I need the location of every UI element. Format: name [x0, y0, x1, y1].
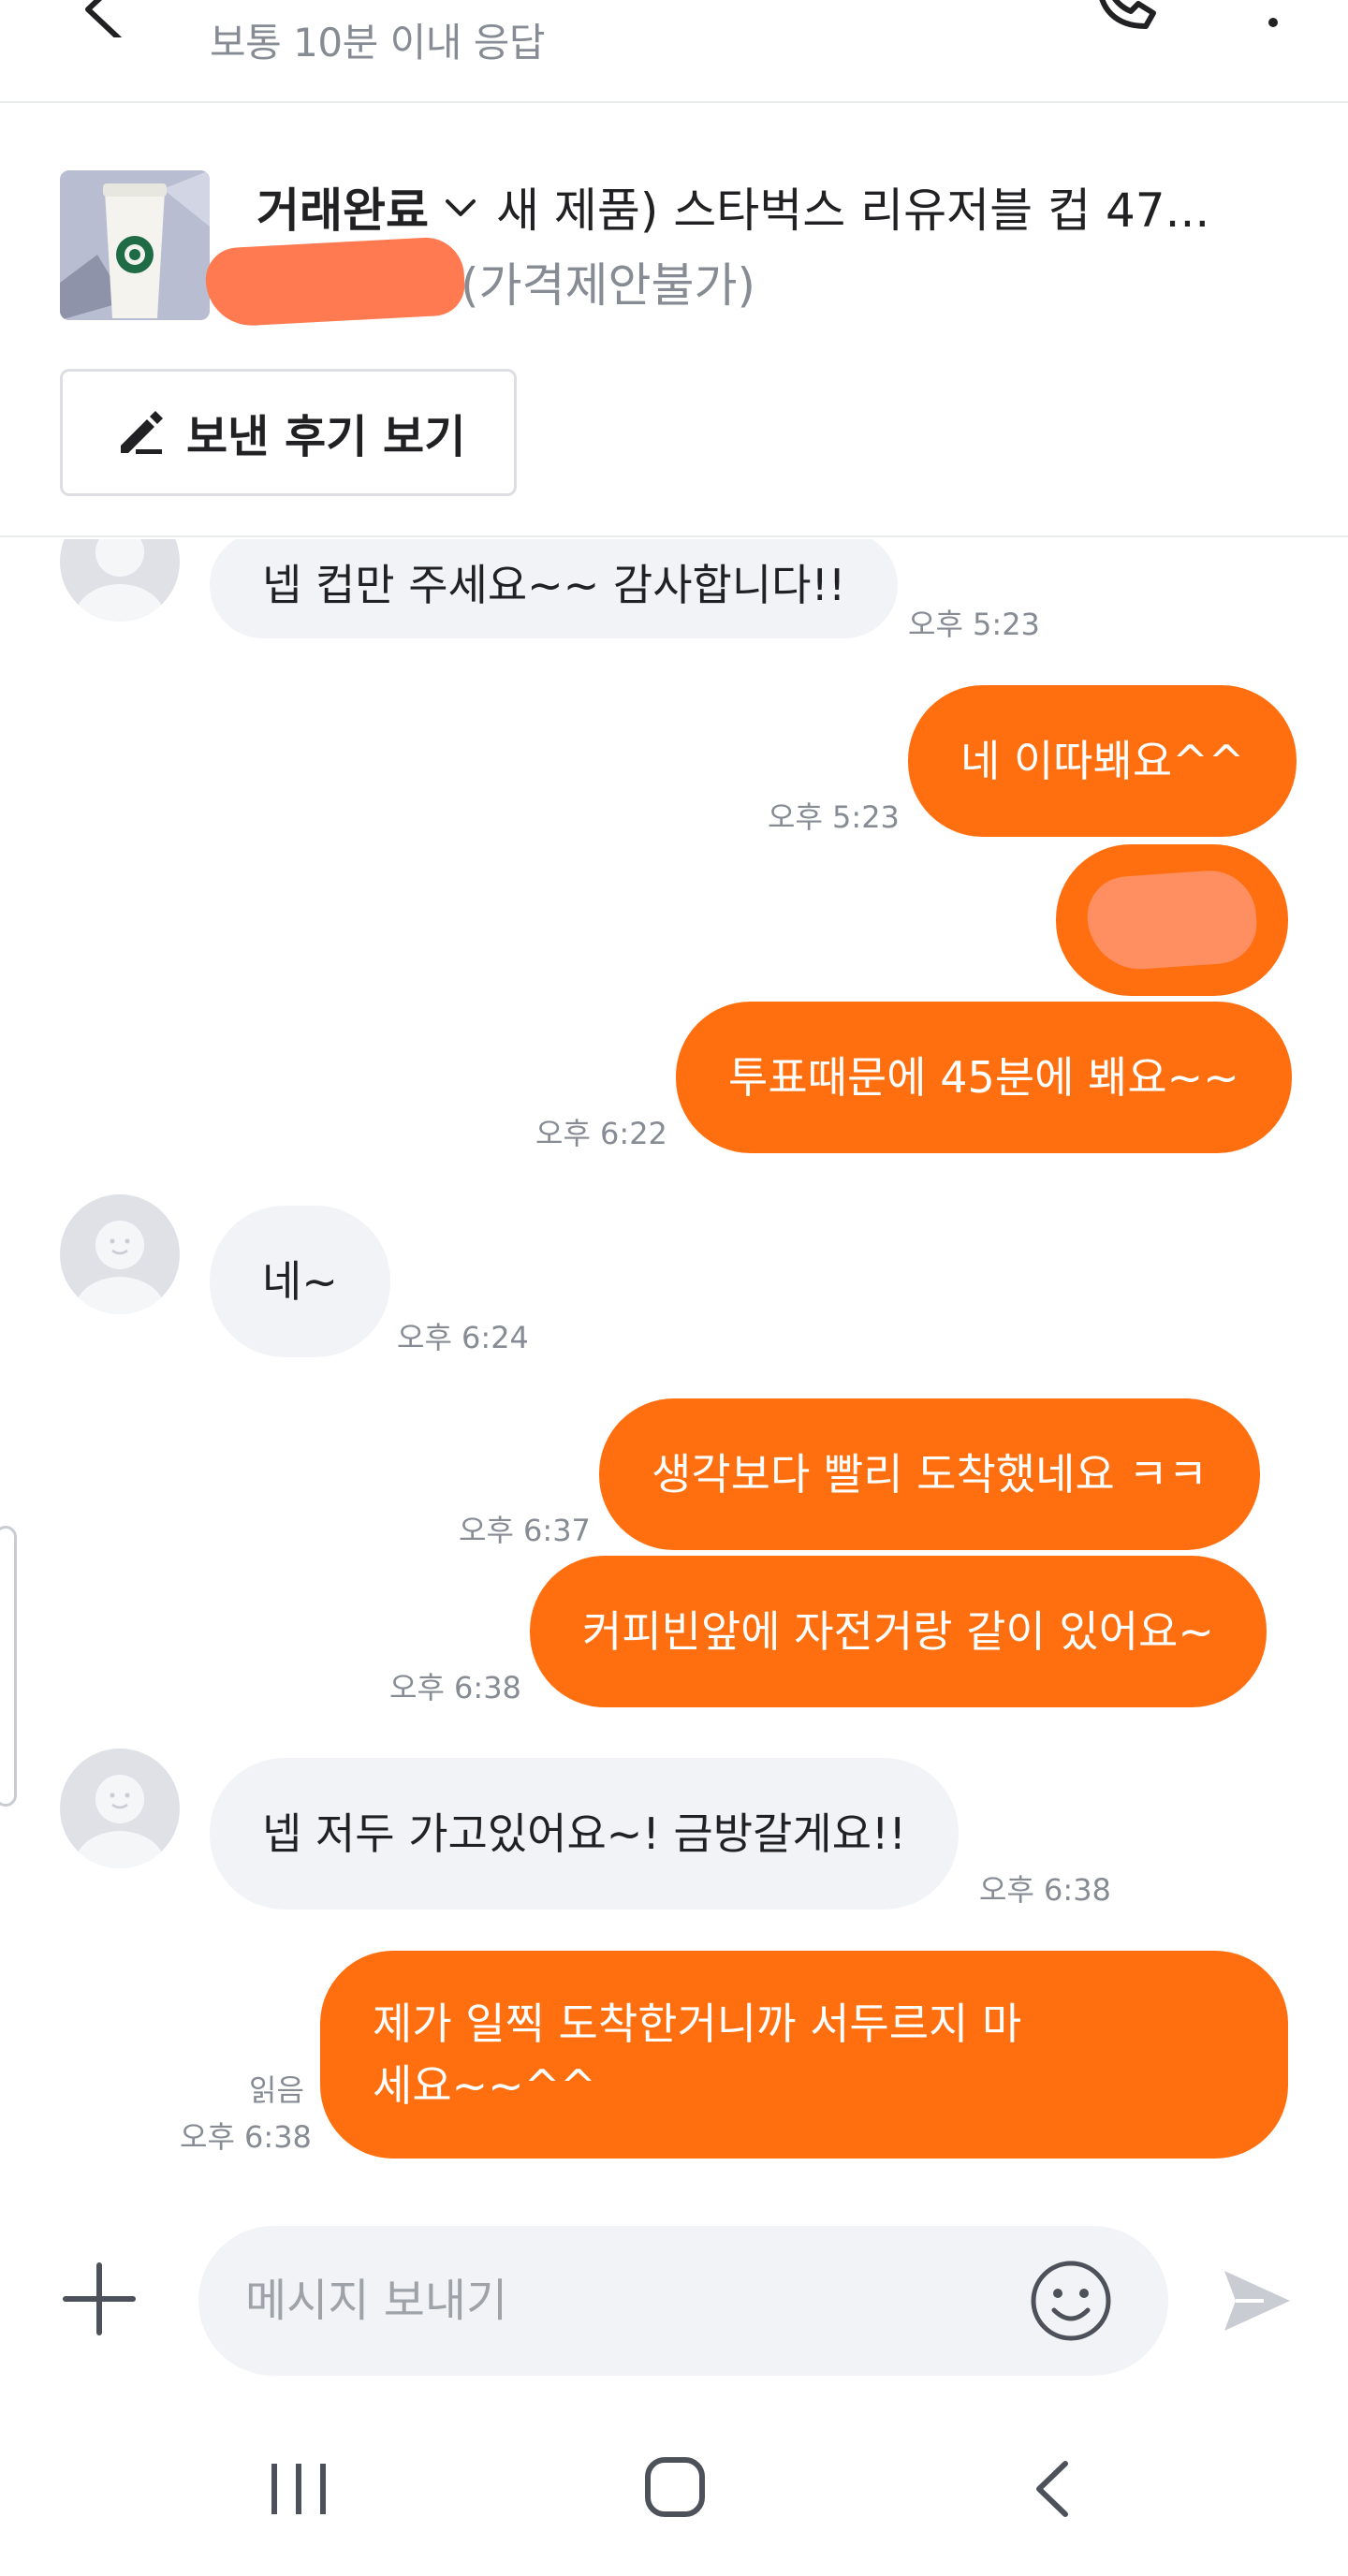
message-bubble-outgoing[interactable]: 네 이따봬요^^ [908, 685, 1297, 837]
message-time: 오후 5:23 [908, 607, 1040, 642]
price-row: (가격제안불가) [203, 235, 756, 329]
message-text: 커피빈앞에 자전거랑 같이 있어요~ [582, 1606, 1214, 1657]
message-bubble-incoming[interactable]: 네~ [210, 1206, 390, 1357]
product-title: 새 제품) 스타벅스 리유저블 컵 47... [496, 183, 1210, 238]
system-navigation-bar [0, 2402, 1348, 2576]
home-icon[interactable] [642, 2454, 708, 2520]
message-time: 오후 6:37 [459, 1513, 591, 1548]
more-vertical-icon[interactable] [1254, 0, 1292, 37]
message-time: 오후 6:22 [535, 1116, 667, 1151]
avatar[interactable] [60, 539, 180, 622]
message-bubble-outgoing[interactable]: 투표때문에 45분에 봬요~~ [676, 1002, 1292, 1153]
product-summary[interactable]: 거래완료 새 제품) 스타벅스 리유저블 컵 47... (가격제안불가) 보낸… [0, 105, 1348, 537]
message-list[interactable]: 넵 컵만 주세요~~ 감사합니다!! 오후 5:23 네 이따봬요^^ 오후 5… [0, 539, 1348, 2205]
redacted-content [1084, 867, 1260, 973]
message-composer [0, 2205, 1348, 2402]
edge-panel-handle[interactable] [0, 1526, 17, 1807]
chevron-down-icon[interactable] [442, 188, 479, 226]
message-bubble-outgoing[interactable]: 제가 일찍 도착한거니까 서두르지 마세요~~^^ [320, 1951, 1288, 2159]
starbucks-cup-image [60, 170, 210, 320]
response-time-label: 보통 10분 이내 응답 [210, 20, 545, 66]
message-time: 오후 6:38 [389, 1670, 521, 1705]
plus-icon[interactable] [60, 2260, 139, 2338]
message-bubble-outgoing[interactable]: 커피빈앞에 자전거랑 같이 있어요~ [530, 1556, 1267, 1707]
read-receipt: 읽음 [249, 2072, 304, 2108]
message-text: 네~ [262, 1256, 338, 1307]
emoji-icon[interactable] [1026, 2256, 1116, 2346]
product-thumbnail[interactable] [60, 170, 210, 320]
pencil-icon [121, 411, 163, 454]
avatar[interactable] [60, 1194, 180, 1314]
message-time: 오후 6:24 [397, 1320, 529, 1355]
recent-apps-icon[interactable] [266, 2458, 331, 2520]
redacted-price [203, 235, 467, 329]
message-input[interactable] [198, 2226, 1168, 2376]
trade-status-row: 거래완료 새 제품) 스타벅스 리유저블 컵 47... [256, 174, 1245, 240]
view-sent-review-label: 보낸 후기 보기 [186, 411, 466, 463]
message-time: 오후 5:23 [768, 799, 900, 835]
message-time: 오후 6:38 [180, 2119, 312, 2155]
back-icon[interactable] [1026, 2458, 1078, 2520]
message-bubble-incoming[interactable]: 넵 컵만 주세요~~ 감사합니다!! [210, 539, 899, 638]
trade-status[interactable]: 거래완료 [256, 173, 429, 241]
message-text: 제가 일찍 도착한거니까 서두르지 마세요~~^^ [373, 1998, 1022, 2111]
chat-header: 보통 10분 이내 응답 [0, 0, 1348, 103]
send-icon[interactable] [1217, 2261, 1296, 2340]
message-text: 생각보다 빨리 도착했네요 ㅋㅋ [652, 1449, 1209, 1500]
message-text: 투표때문에 45분에 봬요~~ [728, 1052, 1239, 1103]
message-text: 네 이따봬요^^ [960, 736, 1245, 786]
message-bubble-outgoing-redacted[interactable] [1056, 844, 1288, 996]
message-bubble-incoming[interactable]: 넵 저두 가고있어요~! 금방갈게요!! [210, 1758, 959, 1910]
message-bubble-outgoing[interactable]: 생각보다 빨리 도착했네요 ㅋㅋ [599, 1398, 1261, 1550]
message-text: 넵 저두 가고있어요~! 금방갈게요!! [262, 1808, 906, 1859]
view-sent-review-button[interactable]: 보낸 후기 보기 [60, 369, 517, 496]
message-text: 넵 컵만 주세요~~ 감사합니다!! [262, 560, 846, 610]
back-arrow-icon[interactable] [75, 0, 131, 37]
price-note: (가격제안불가) [461, 258, 756, 313]
message-time: 오후 6:38 [979, 1872, 1111, 1908]
avatar[interactable] [60, 1749, 180, 1868]
phone-icon[interactable] [1086, 0, 1161, 37]
